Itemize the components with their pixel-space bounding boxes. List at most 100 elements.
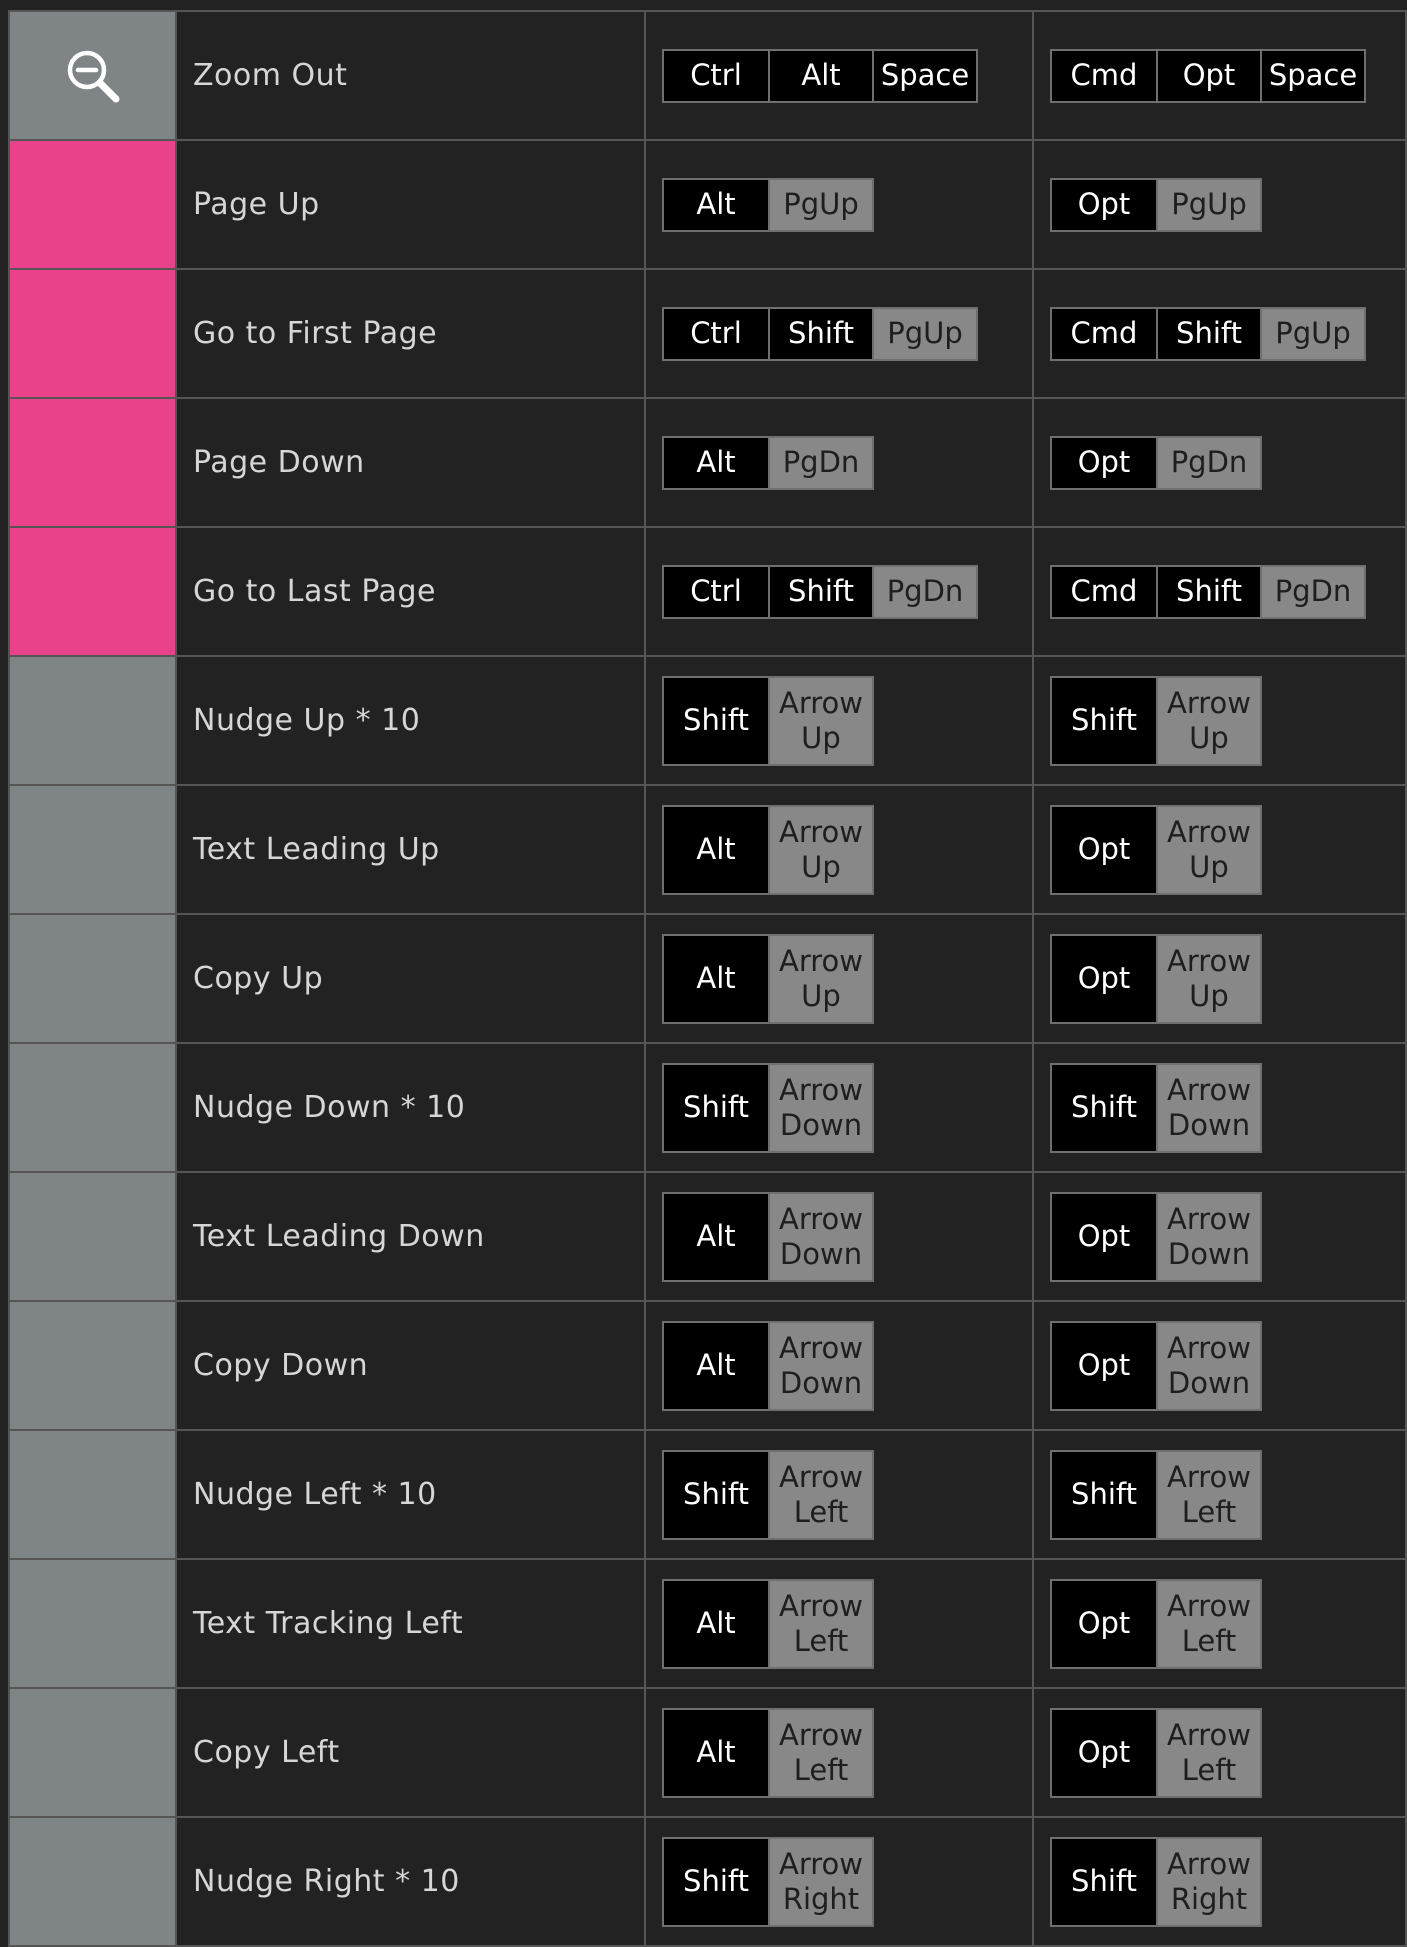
key-cap-alt: Alt — [664, 437, 768, 488]
mac-shortcut-cell: Cmd Shift PgUp — [1034, 270, 1407, 397]
mac-shortcut-combo: Shift Arrow Up — [1050, 675, 1262, 766]
windows-shortcut-cell: Shift Arrow Left — [646, 1431, 1034, 1558]
shortcut-row: Zoom Out Ctrl Alt Space Cmd Opt Space — [10, 12, 1407, 141]
mac-shortcut-cell: Shift Arrow Down — [1034, 1044, 1407, 1171]
key-cap-alt: Alt — [664, 1709, 768, 1796]
mac-shortcut-cell: Shift Arrow Up — [1034, 657, 1407, 784]
shortcut-row: Nudge Right * 10 Shift Arrow Right Shift Arr… — [10, 1818, 1407, 1947]
mac-shortcut-cell: Opt Arrow Up — [1034, 915, 1407, 1042]
key-cap-arrow-left: Arrow Left — [768, 1709, 872, 1796]
action-label: Copy Up — [177, 915, 646, 1042]
shortcut-row: Page Up Alt PgUp Opt PgUp — [10, 141, 1407, 270]
win-shortcut-combo: Alt Arrow Down — [662, 1320, 874, 1411]
action-label: Nudge Down * 10 — [177, 1044, 646, 1171]
win-shortcut-combo: Alt Arrow Up — [662, 804, 874, 895]
key-cap-arrow-up: Arrow Up — [768, 677, 872, 764]
key-cap-pgdn: PgDn — [768, 437, 872, 488]
key-cap-shift: Shift — [1052, 1838, 1156, 1925]
key-cap-alt: Alt — [664, 1580, 768, 1667]
action-label: Copy Down — [177, 1302, 646, 1429]
key-cap-arrow-left: Arrow Left — [1156, 1451, 1260, 1538]
mac-shortcut-cell: Opt Arrow Left — [1034, 1689, 1407, 1816]
key-cap-arrow-up: Arrow Up — [768, 806, 872, 893]
shortcut-row: Text Leading Down Alt Arrow Down Opt Arrow D… — [10, 1173, 1407, 1302]
windows-shortcut-cell: Alt PgUp — [646, 141, 1034, 268]
mac-shortcut-cell: Opt Arrow Down — [1034, 1173, 1407, 1300]
key-cap-arrow-left: Arrow Left — [768, 1580, 872, 1667]
mac-shortcut-combo: Shift Arrow Right — [1050, 1836, 1262, 1927]
mac-shortcut-combo: Opt Arrow Left — [1050, 1578, 1262, 1669]
category-swatch-gray — [10, 1560, 177, 1687]
key-cap-shift: Shift — [1052, 1064, 1156, 1151]
key-cap-pgup: PgUp — [1260, 308, 1364, 359]
key-cap-arrow-right: Arrow Right — [768, 1838, 872, 1925]
shortcut-table: Zoom Out Ctrl Alt Space Cmd Opt Space Page Up Al… — [8, 10, 1407, 1947]
mac-shortcut-combo: Shift Arrow Down — [1050, 1062, 1262, 1153]
win-shortcut-combo: Alt PgUp — [662, 177, 874, 232]
windows-shortcut-cell: Shift Arrow Up — [646, 657, 1034, 784]
win-shortcut-combo: Ctrl Alt Space — [662, 48, 978, 103]
win-shortcut-combo: Shift Arrow Right — [662, 1836, 874, 1927]
key-cap-arrow-down: Arrow Down — [1156, 1064, 1260, 1151]
mac-shortcut-combo: Opt Arrow Up — [1050, 804, 1262, 895]
key-cap-pgup: PgUp — [1156, 179, 1260, 230]
windows-shortcut-cell: Shift Arrow Down — [646, 1044, 1034, 1171]
shortcut-row: Nudge Down * 10 Shift Arrow Down Shift Arrow… — [10, 1044, 1407, 1173]
key-cap-space: Space — [872, 50, 976, 101]
key-cap-arrow-down: Arrow Down — [768, 1322, 872, 1409]
windows-shortcut-cell: Alt Arrow Up — [646, 786, 1034, 913]
mac-shortcut-combo: Cmd Shift PgDn — [1050, 564, 1366, 619]
win-shortcut-combo: Alt Arrow Left — [662, 1707, 874, 1798]
category-swatch-pink — [10, 528, 177, 655]
shortcut-row: Page Down Alt PgDn Opt PgDn — [10, 399, 1407, 528]
key-cap-pgdn: PgDn — [1156, 437, 1260, 488]
key-cap-alt: Alt — [664, 1193, 768, 1280]
key-cap-cmd: Cmd — [1052, 566, 1156, 617]
category-swatch-gray — [10, 915, 177, 1042]
key-cap-shift: Shift — [768, 566, 872, 617]
shortcut-row: Text Leading Up Alt Arrow Up Opt Arrow Up — [10, 786, 1407, 915]
key-cap-pgdn: PgDn — [872, 566, 976, 617]
windows-shortcut-cell: Ctrl Shift PgUp — [646, 270, 1034, 397]
key-cap-alt: Alt — [664, 806, 768, 893]
key-cap-arrow-right: Arrow Right — [1156, 1838, 1260, 1925]
windows-shortcut-cell: Alt Arrow Down — [646, 1302, 1034, 1429]
win-shortcut-combo: Alt PgDn — [662, 435, 874, 490]
action-label: Page Up — [177, 141, 646, 268]
windows-shortcut-cell: Alt Arrow Up — [646, 915, 1034, 1042]
key-cap-shift: Shift — [1052, 1451, 1156, 1538]
key-cap-arrow-down: Arrow Down — [768, 1064, 872, 1151]
mac-shortcut-cell: Cmd Opt Space — [1034, 12, 1407, 139]
key-cap-ctrl: Ctrl — [664, 308, 768, 359]
action-label: Zoom Out — [177, 12, 646, 139]
key-cap-ctrl: Ctrl — [664, 566, 768, 617]
key-cap-shift: Shift — [768, 308, 872, 359]
windows-shortcut-cell: Alt Arrow Left — [646, 1560, 1034, 1687]
key-cap-opt: Opt — [1052, 437, 1156, 488]
action-label: Text Leading Down — [177, 1173, 646, 1300]
mac-shortcut-cell: Opt Arrow Down — [1034, 1302, 1407, 1429]
mac-shortcut-cell: Shift Arrow Left — [1034, 1431, 1407, 1558]
mac-shortcut-combo: Opt Arrow Up — [1050, 933, 1262, 1024]
key-cap-cmd: Cmd — [1052, 308, 1156, 359]
mac-shortcut-cell: Opt Arrow Up — [1034, 786, 1407, 913]
key-cap-arrow-up: Arrow Up — [1156, 677, 1260, 764]
win-shortcut-combo: Shift Arrow Up — [662, 675, 874, 766]
action-label: Copy Left — [177, 1689, 646, 1816]
category-swatch-gray — [10, 786, 177, 913]
key-cap-pgup: PgUp — [872, 308, 976, 359]
key-cap-arrow-left: Arrow Left — [1156, 1709, 1260, 1796]
mac-shortcut-combo: Cmd Shift PgUp — [1050, 306, 1366, 361]
mac-shortcut-combo: Opt PgUp — [1050, 177, 1262, 232]
key-cap-cmd: Cmd — [1052, 50, 1156, 101]
key-cap-arrow-down: Arrow Down — [768, 1193, 872, 1280]
key-cap-pgup: PgUp — [768, 179, 872, 230]
key-cap-arrow-left: Arrow Left — [1156, 1580, 1260, 1667]
category-swatch-pink — [10, 399, 177, 526]
key-cap-alt: Alt — [664, 935, 768, 1022]
action-label: Page Down — [177, 399, 646, 526]
shortcut-row: Copy Down Alt Arrow Down Opt Arrow Down — [10, 1302, 1407, 1431]
key-cap-space: Space — [1260, 50, 1364, 101]
key-cap-alt: Alt — [664, 1322, 768, 1409]
key-cap-arrow-up: Arrow Up — [1156, 806, 1260, 893]
